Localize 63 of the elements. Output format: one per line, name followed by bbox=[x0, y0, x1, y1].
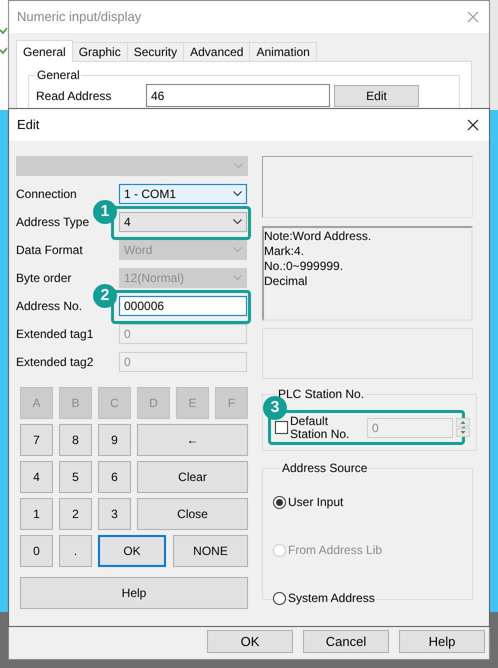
field-label: Connection bbox=[16, 186, 78, 203]
radio-button[interactable] bbox=[273, 592, 286, 604]
dialog-button[interactable]: Help bbox=[399, 630, 485, 653]
chevron-icon bbox=[233, 191, 242, 197]
group-title: General bbox=[36, 67, 81, 84]
keypad-key[interactable]: 6 bbox=[98, 461, 131, 493]
field-label: Address No. bbox=[16, 298, 84, 315]
spin-buttons[interactable] bbox=[456, 418, 470, 438]
keypad-key[interactable]: 8 bbox=[59, 424, 92, 456]
keypad-key[interactable]: 4 bbox=[20, 461, 53, 493]
dialog-button[interactable]: Cancel bbox=[303, 630, 389, 653]
input-field[interactable]: 46 bbox=[146, 84, 330, 107]
radio-label: User Input bbox=[288, 494, 344, 511]
edit-button[interactable]: Edit bbox=[334, 84, 419, 106]
input-field[interactable]: 000006 bbox=[119, 296, 247, 316]
field-label: Data Format bbox=[16, 242, 84, 259]
keypad-key[interactable]: 1 bbox=[20, 498, 53, 530]
close-icon[interactable] bbox=[467, 119, 479, 131]
radio-button[interactable] bbox=[273, 496, 286, 508]
keypad-key[interactable]: 7 bbox=[20, 424, 53, 456]
tab[interactable]: Animation bbox=[249, 42, 317, 61]
help-button[interactable]: Help bbox=[20, 577, 248, 609]
keypad-key[interactable]: OK bbox=[98, 535, 166, 567]
keypad-key[interactable]: Clear bbox=[137, 461, 248, 493]
dialog-button[interactable]: OK bbox=[207, 630, 293, 653]
keypad-key[interactable]: Close bbox=[137, 498, 248, 530]
chevron-icon bbox=[233, 219, 242, 225]
dialog-title: Edit bbox=[17, 116, 40, 134]
tab[interactable]: Security bbox=[126, 42, 184, 61]
field-label: Byte order bbox=[16, 270, 72, 287]
field-label: Address Type bbox=[16, 214, 90, 231]
callout-badge: 3 bbox=[263, 396, 287, 420]
checkbox-label: Default Station No. bbox=[290, 414, 350, 440]
callout-badge: 2 bbox=[93, 284, 117, 308]
note-line: No.:0~999999. bbox=[264, 259, 344, 274]
field-label: Read Address bbox=[36, 88, 112, 104]
field-label: Extended tag2 bbox=[16, 354, 94, 371]
tab[interactable]: General bbox=[16, 40, 73, 62]
keypad-key[interactable]: . bbox=[59, 535, 92, 567]
field-label: Extended tag1 bbox=[16, 326, 94, 343]
keypad-key[interactable]: 2 bbox=[59, 498, 92, 530]
radio-label: From Address Lib bbox=[288, 542, 382, 559]
callout-badge: 1 bbox=[93, 200, 117, 224]
window-title: Numeric input/display bbox=[17, 8, 142, 26]
chevron-icon bbox=[233, 247, 242, 253]
group-title: Address Source bbox=[281, 460, 368, 477]
note-line: Note:Word Address. bbox=[264, 229, 372, 244]
chevron-icon bbox=[234, 163, 243, 169]
keypad-key[interactable]: NONE bbox=[173, 535, 248, 567]
dropdown[interactable]: 4 bbox=[119, 212, 247, 232]
dropdown[interactable]: 1 - COM1 bbox=[119, 184, 247, 204]
check-icon[interactable] bbox=[0, 47, 7, 54]
tab[interactable]: Graphic bbox=[72, 42, 128, 61]
chevron-icon bbox=[233, 275, 242, 281]
keypad-key[interactable]: 3 bbox=[98, 498, 131, 530]
radio-label: System Address bbox=[288, 590, 375, 607]
keypad-key[interactable]: ← bbox=[137, 424, 248, 456]
keypad-key[interactable]: 0 bbox=[20, 535, 53, 567]
keypad-key[interactable]: 5 bbox=[59, 461, 92, 493]
note-line: Mark:4. bbox=[264, 244, 306, 259]
keypad-key[interactable]: 9 bbox=[98, 424, 131, 456]
check-icon[interactable] bbox=[0, 27, 7, 34]
note-line: Decimal bbox=[264, 274, 308, 289]
